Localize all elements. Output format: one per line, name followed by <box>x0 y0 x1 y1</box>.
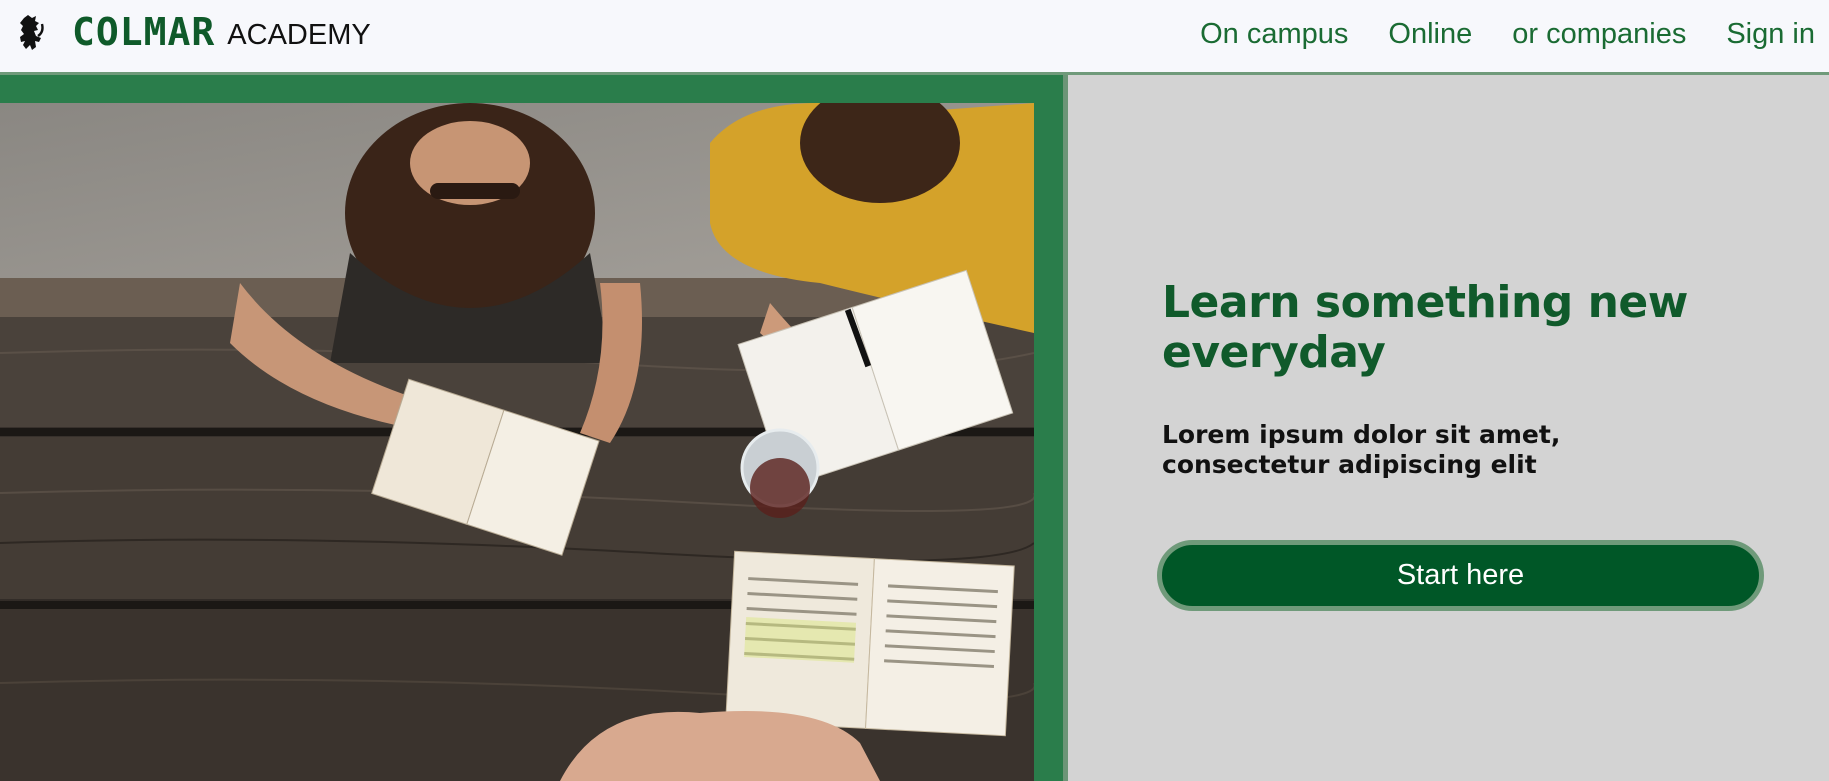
brand-logo[interactable]: COLMAR ACADEMY <box>72 13 371 51</box>
hero-image-panel <box>0 75 1068 781</box>
hero-subtext: Lorem ipsum dolor sit amet, consectetur … <box>1162 420 1561 479</box>
lion-rampant-icon[interactable] <box>14 14 46 52</box>
site-header: COLMAR ACADEMY On campus Online or compa… <box>0 0 1829 75</box>
panel-divider <box>1063 75 1068 781</box>
main-nav: On campus Online or companies Sign in <box>1160 18 1815 51</box>
brand-colmar: COLMAR <box>72 10 216 54</box>
nav-on-campus[interactable]: On campus <box>1200 18 1348 51</box>
hero-headline: Learn something new everyday <box>1162 277 1688 378</box>
nav-companies[interactable]: or companies <box>1512 18 1686 51</box>
hero-photo <box>0 103 1034 781</box>
nav-online[interactable]: Online <box>1388 18 1472 51</box>
students-studying-photo <box>0 103 1034 781</box>
brand-academy: ACADEMY <box>227 19 371 51</box>
start-here-button[interactable]: Start here <box>1157 540 1764 611</box>
nav-sign-in[interactable]: Sign in <box>1726 18 1815 51</box>
